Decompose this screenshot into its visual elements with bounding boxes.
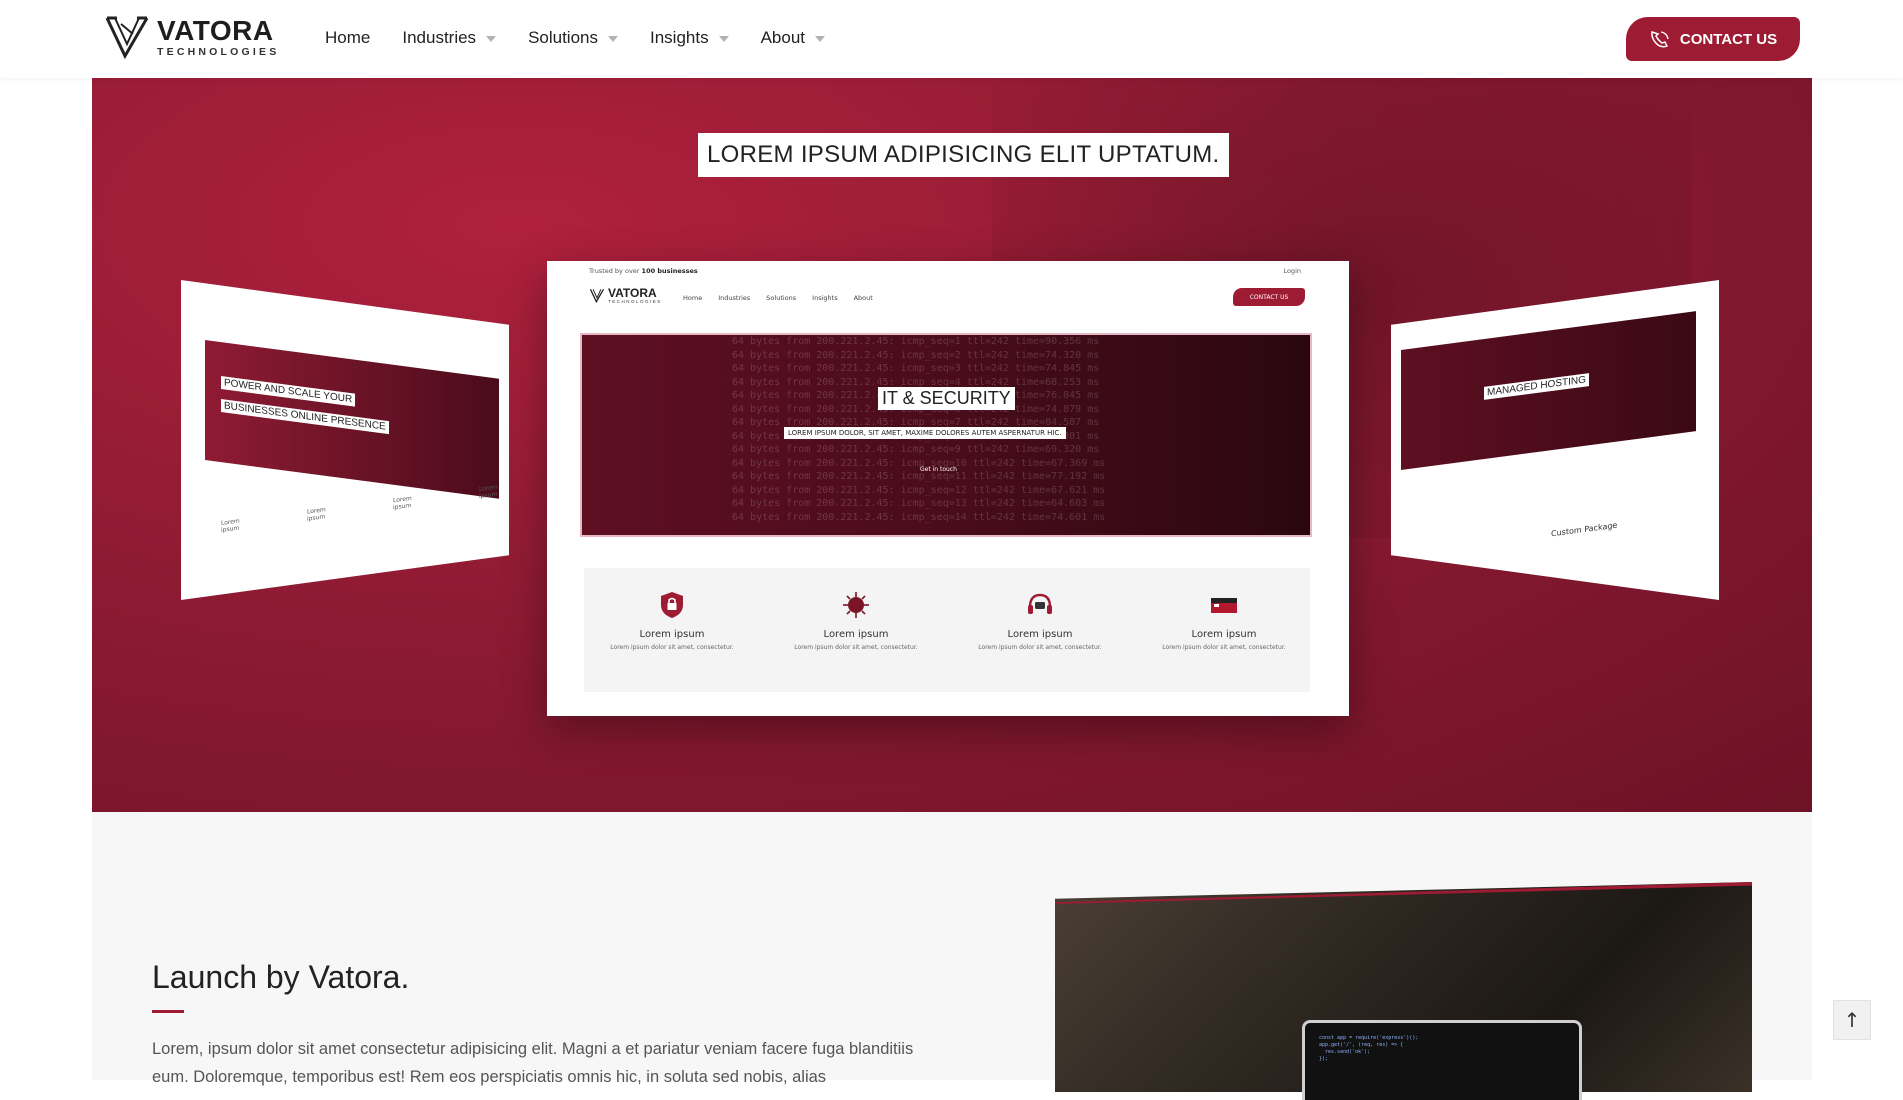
phone-icon — [1651, 31, 1669, 48]
headset-icon — [1028, 593, 1052, 614]
mockup-banner-button: Get in touch — [920, 466, 957, 473]
mockup-feature-title: Lorem ipsum — [1007, 629, 1073, 640]
chevron-down-icon — [718, 36, 729, 42]
flag-icon — [1211, 598, 1237, 613]
nav-item-label: Solutions — [528, 28, 598, 47]
mockup-brand-name: VATORA — [608, 286, 657, 300]
left-mockup-feature-label: Lorem ipsum — [307, 506, 326, 523]
nav-item-solutions[interactable]: Solutions — [528, 28, 618, 48]
brand-subtitle: TECHNOLOGIES — [157, 45, 280, 58]
nav-item-label: About — [760, 28, 806, 47]
mockup-features: Lorem ipsum Lorem ipsum dolor sit amet, … — [584, 568, 1310, 692]
mockup-banner-subtitle: LOREM IPSUM DOLOR, SIT AMET, MAXIME DOLO… — [784, 427, 1066, 439]
mockup-logo: VATORA TECHNOLOGIES — [589, 287, 662, 304]
brand-name: VATORA — [157, 14, 274, 46]
left-mockup-feature-label: Lorem ipsum — [221, 517, 240, 534]
mockup-feature-desc: Lorem ipsum dolor sit amet, consectetur. — [794, 644, 918, 651]
mockup-brand-sub: TECHNOLOGIES — [608, 299, 662, 304]
mockup-banner-title: IT & SECURITY — [878, 387, 1015, 410]
mockup-feature-title: Lorem ipsum — [639, 629, 705, 640]
section-text: Lorem, ipsum dolor sit amet consectetur … — [152, 1040, 914, 1086]
right-mockup-package: Custom Package — [1551, 520, 1618, 539]
left-mockup-feature-label: Lorem ipsum — [479, 483, 498, 501]
mockup-feature-desc: Lorem ipsum dolor sit amet, consectetur. — [610, 644, 734, 651]
mockup-feature: Lorem ipsum Lorem ipsum dolor sit amet, … — [965, 590, 1115, 651]
nav-item-about[interactable]: About — [760, 28, 826, 48]
hero-title: LOREM IPSUM ADIPISICING ELIT UPTATUM. — [698, 133, 1229, 177]
mockup-banner: 64 bytes from 200.221.2.45: icmp_seq=1 t… — [580, 333, 1312, 537]
mockup-menu-item: Insights — [812, 294, 838, 302]
nav-item-insights[interactable]: Insights — [650, 28, 729, 48]
chevron-down-icon — [486, 36, 497, 42]
top-navbar: VATORA TECHNOLOGIES Home Industries Solu… — [0, 0, 1903, 78]
mockup-menu: Home Industries Solutions Insights About — [683, 294, 889, 302]
laptop-screen-code: const app = require('express')(); app.ge… — [1319, 1035, 1419, 1062]
launch-section: Launch by Vatora. Lorem, ipsum dolor sit… — [92, 812, 1812, 1100]
mockup-trusted-count: 100 businesses — [641, 267, 698, 275]
mockup-feature-desc: Lorem ipsum dolor sit amet, consectetur. — [978, 644, 1102, 651]
mockup-login: Login — [1283, 267, 1301, 275]
section-title: Launch by Vatora. — [152, 959, 410, 995]
laptop-image: const app = require('express')(); app.ge… — [1302, 1020, 1582, 1100]
left-website-mockup: POWER AND SCALE YOUR BUSINESSES ONLINE P… — [181, 280, 509, 600]
nav-item-label: Industries — [402, 28, 477, 47]
mockup-feature-desc: Lorem ipsum dolor sit amet, consectetur. — [1162, 644, 1286, 651]
nav-item-industries[interactable]: Industries — [402, 28, 497, 48]
left-mockup-feature-label: Lorem ipsum — [393, 494, 412, 512]
mockup-feature: Lorem ipsum Lorem ipsum dolor sit amet, … — [1149, 590, 1299, 651]
mockup-trusted-prefix: Trusted by over — [589, 267, 640, 275]
virus-icon — [843, 592, 869, 618]
right-website-mockup: MANAGED HOSTING Custom Package — [1391, 280, 1719, 600]
back-to-top-button[interactable]: ↑ — [1833, 1000, 1871, 1040]
center-website-mockup: Trusted by over 100 businesses Login VAT… — [547, 261, 1349, 716]
mockup-menu-item: Industries — [718, 294, 751, 302]
main-menu: Home Industries Solutions Insights About — [325, 28, 857, 48]
mockup-menu-item: About — [853, 294, 873, 302]
mockup-trusted-text: Trusted by over 100 businesses — [589, 267, 698, 275]
chevron-down-icon — [608, 36, 618, 42]
chevron-down-icon — [815, 36, 826, 42]
brand-logo[interactable]: VATORA TECHNOLOGIES — [103, 14, 279, 60]
mockup-contact-button: CONTACT US — [1233, 288, 1305, 306]
title-underline — [152, 1010, 184, 1013]
shield-lock-icon — [661, 592, 683, 618]
left-mockup-features: Lorem ipsum Lorem ipsum Lorem ipsum Lore… — [221, 482, 509, 534]
mockup-feature: Lorem ipsum Lorem ipsum dolor sit amet, … — [781, 590, 931, 651]
vatora-logo-icon — [589, 288, 605, 303]
contact-us-button[interactable]: CONTACT US — [1626, 17, 1800, 61]
mockup-feature: Lorem ipsum Lorem ipsum dolor sit amet, … — [597, 590, 747, 651]
mockup-menu-item: Home — [683, 294, 703, 302]
nav-item-home[interactable]: Home — [325, 28, 370, 48]
nav-item-label: Home — [325, 28, 371, 47]
contact-us-label: CONTACT US — [1679, 30, 1778, 48]
vatora-logo-icon — [105, 16, 149, 60]
nav-item-label: Insights — [650, 28, 709, 47]
mockup-menu-item: Solutions — [766, 294, 797, 302]
arrow-up-icon: ↑ — [1843, 1008, 1861, 1032]
mockup-feature-title: Lorem ipsum — [1191, 629, 1257, 640]
hero-section: LOREM IPSUM ADIPISICING ELIT UPTATUM. PO… — [92, 78, 1812, 812]
mockup-feature-title: Lorem ipsum — [823, 629, 889, 640]
